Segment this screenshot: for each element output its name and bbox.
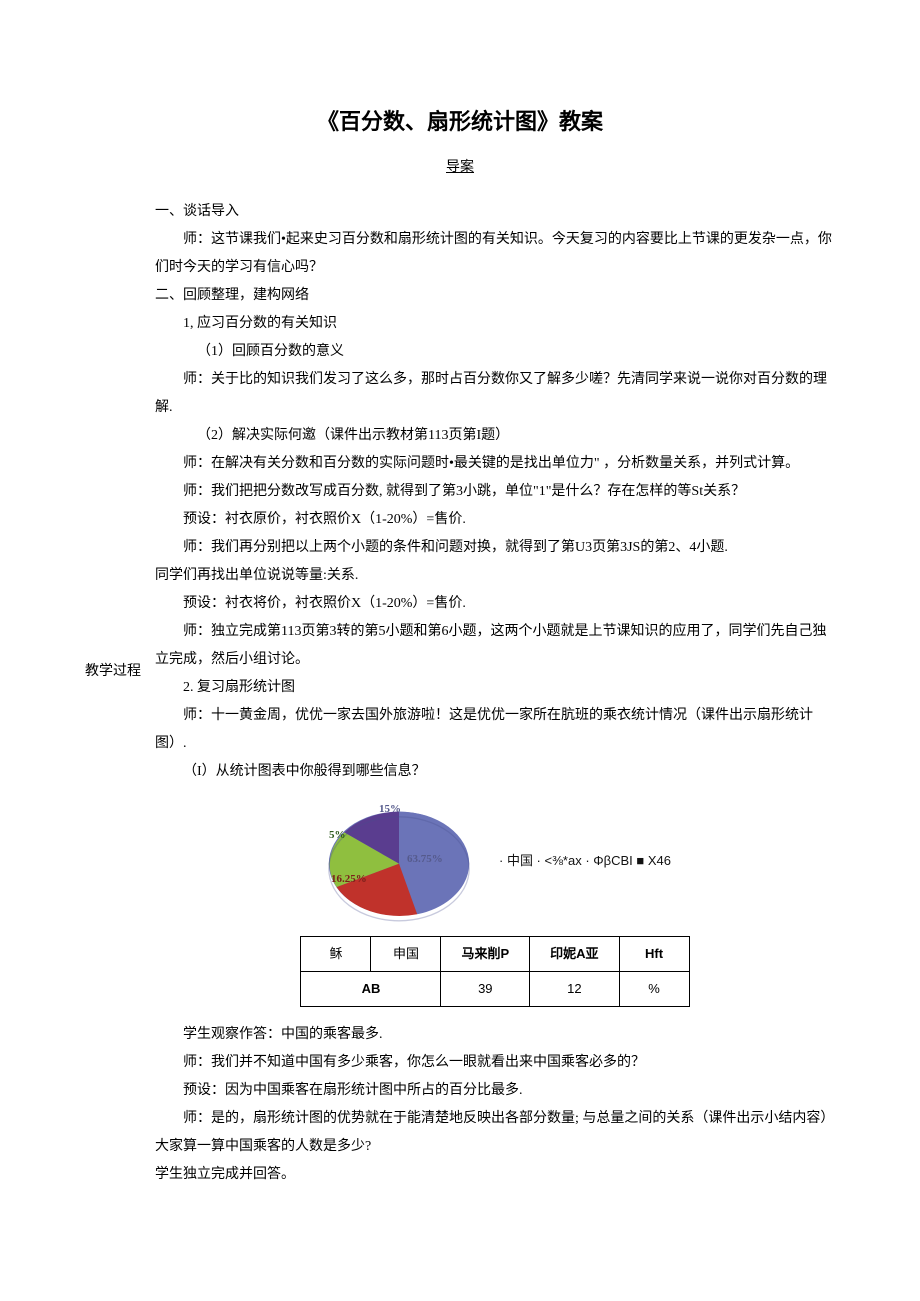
- subsection-heading: 2. 复习扇形统计图: [155, 674, 835, 702]
- paragraph: 师：在解决有关分数和百分数的实际问题时•最关键的是找出单位力" ，分析数量关系，…: [155, 450, 835, 478]
- paragraph: 师：独立完成第113页第3转的第5小题和第6小题，这两个小题就是上节课知识的应用…: [155, 618, 835, 674]
- section-2-heading: 二、回顾整理，建构网络: [155, 282, 835, 310]
- page-subtitle: 导案: [85, 154, 835, 182]
- main-content: 一、谈话导入 师：这节课我们•起来史习百分数和扇形统计图的有关知识。今天复习的内…: [155, 198, 835, 1189]
- pie-chart: 15% 5% 16.25% 63.75%: [319, 796, 479, 926]
- table-row: AB 39 12 %: [301, 972, 689, 1007]
- paragraph: 师：我们把把分数改写成百分数, 就得到了第3小跳，单位"1"是什么？存在怎样的等…: [155, 478, 835, 506]
- paragraph: 预设：因为中国乘客在扇形统计图中所占的百分比最多.: [155, 1077, 835, 1105]
- paragraph: （I）从统计图表中你般得到哪些信息？: [155, 758, 835, 786]
- item-heading: （1）回顾百分数的意义: [155, 338, 835, 366]
- table-cell: 印妮A亚: [530, 937, 619, 972]
- side-column-label: 教学过程: [85, 198, 155, 686]
- paragraph: 学生独立完成并回答。: [155, 1161, 835, 1189]
- section-1-heading: 一、谈话导入: [155, 198, 835, 226]
- table-cell: 马来削P: [441, 937, 530, 972]
- paragraph: 师：我们并不知道中国有多少乘客，你怎么一眼就看出来中国乘客必多的？: [155, 1049, 835, 1077]
- pie-chart-block: 15% 5% 16.25% 63.75% · 中国 · <⅜*ax · ΦβCB…: [155, 796, 835, 926]
- table-row: 稣 申国 马来削P 印妮A亚 Hft: [301, 937, 689, 972]
- pie-slice-label: 5%: [329, 824, 346, 846]
- table-cell: Hft: [619, 937, 689, 972]
- paragraph: 师：我们再分别把以上两个小题的条件和问题对换，就得到了第U3页第3JS的第2、4…: [155, 534, 835, 562]
- paragraph: 预设：衬衣原价，衬衣照价X（1-20%）=售价.: [155, 506, 835, 534]
- page-title: 《百分数、扇形统计图》教案: [85, 100, 835, 144]
- paragraph: 师：十一黄金周，优优一家去国外旅游啦！这是优优一家所在肮班的乘衣统计情况（课件出…: [155, 702, 835, 758]
- table-cell: AB: [301, 972, 441, 1007]
- chart-legend: · 中国 · <⅜*ax · ΦβCBI ■ X46: [499, 848, 671, 874]
- table-cell: %: [619, 972, 689, 1007]
- item-heading: （2）解决实际何邀（课件出示教材第113页第I题）: [155, 422, 835, 450]
- table-cell: 申国: [371, 937, 441, 972]
- pie-slice-label: 16.25%: [331, 868, 367, 890]
- paragraph: 师：这节课我们•起来史习百分数和扇形统计图的有关知识。今天复习的内容要比上节课的…: [155, 226, 835, 282]
- subsection-heading: 1, 应习百分数的有关知识: [155, 310, 835, 338]
- pie-slice-label: 15%: [379, 798, 401, 820]
- document-body: 教学过程 一、谈话导入 师：这节课我们•起来史习百分数和扇形统计图的有关知识。今…: [85, 198, 835, 1189]
- paragraph: 同学们再找出单位说说等量:关系.: [155, 562, 835, 590]
- paragraph: 师：关于比的知识我们发习了这么多，那时占百分数你又了解多少嗟？先清同学来说一说你…: [155, 366, 835, 422]
- pie-slice-label: 63.75%: [407, 848, 443, 870]
- table-cell: 39: [441, 972, 530, 1007]
- table-cell: 稣: [301, 937, 371, 972]
- paragraph: 预设：衬衣将价，衬衣照价X（1-20%）=售价.: [155, 590, 835, 618]
- paragraph: 师：是的，扇形统计图的优势就在于能清楚地反映出各部分数量; 与总量之间的关系（课…: [155, 1105, 835, 1161]
- table-cell: 12: [530, 972, 619, 1007]
- paragraph: 学生观察作答：中国的乘客最多.: [155, 1021, 835, 1049]
- data-table: 稣 申国 马来削P 印妮A亚 Hft AB 39 12 %: [300, 936, 689, 1007]
